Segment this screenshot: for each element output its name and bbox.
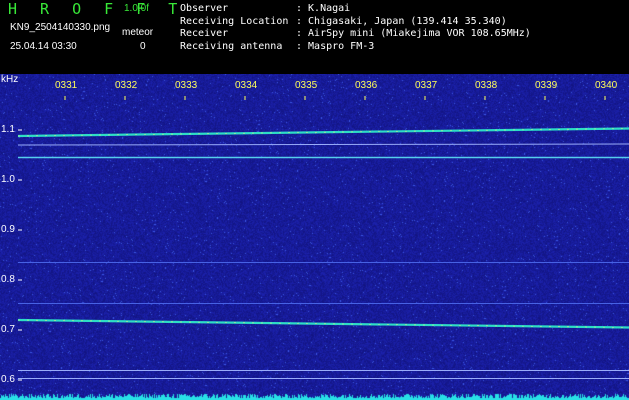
info-value: : K.Nagai xyxy=(296,3,351,14)
app-title: H R O F F T xyxy=(8,0,185,18)
y-axis-unit: kHz xyxy=(1,74,19,85)
y-tick-label: 1.0 xyxy=(1,174,15,185)
header-panel: H R O F F T 1.0.0f KN9_2504140330.png 25… xyxy=(0,0,629,74)
info-value: : Maspro FM-3 xyxy=(296,40,375,52)
x-tick-label: 0334 xyxy=(235,80,258,91)
info-key: Observer xyxy=(180,3,229,14)
x-tick-label: 0336 xyxy=(355,80,378,91)
info-row-location: Receiving Location : Chigasaki, Japan (13… xyxy=(180,16,531,29)
y-tick-label: 1.1 xyxy=(1,124,15,135)
info-row-receiver: Receiver : AirSpy mini (Miakejima VOR 108… xyxy=(180,28,531,41)
meteor-count: 0 xyxy=(140,41,146,52)
x-tick-label: 0332 xyxy=(115,80,138,91)
x-tick-label: 0338 xyxy=(475,80,498,91)
info-key: Receiving antenna xyxy=(180,40,283,52)
y-tick-label: 0.6 xyxy=(1,374,15,385)
x-tick-label: 0331 xyxy=(55,80,78,91)
x-tick-label: 0335 xyxy=(295,80,318,91)
info-value: : AirSpy mini (Miakejima VOR 108.65MHz) xyxy=(296,28,531,39)
info-row-observer: Observer : K.Nagai xyxy=(180,3,531,16)
info-row-antenna: Receiving antenna : Maspro FM-3 xyxy=(180,41,531,54)
spectrogram-overlay xyxy=(17,96,629,381)
app-version: 1.0.0f xyxy=(124,3,150,14)
y-tick-label: 0.8 xyxy=(1,274,15,285)
y-tick-label: 0.7 xyxy=(1,324,15,335)
info-key: Receiver xyxy=(180,28,229,39)
x-tick-label: 0339 xyxy=(535,80,558,91)
x-tick-label: 0333 xyxy=(175,80,198,91)
carrier-trace xyxy=(17,143,629,146)
info-key: Receiving Location xyxy=(180,15,289,27)
meteor-label: meteor xyxy=(122,27,154,38)
observation-info: Observer : K.Nagai Receiving Location : Ch… xyxy=(180,3,531,53)
x-tick-label: 0337 xyxy=(415,80,438,91)
info-value: : Chigasaki, Japan (139.414 35.340) xyxy=(296,15,507,27)
timestamp: 25.04.14 03:30 xyxy=(10,41,77,52)
file-name: KN9_2504140330.png xyxy=(10,22,111,33)
x-tick-label: 0340 xyxy=(595,80,618,91)
y-tick-label: 0.9 xyxy=(1,224,15,235)
